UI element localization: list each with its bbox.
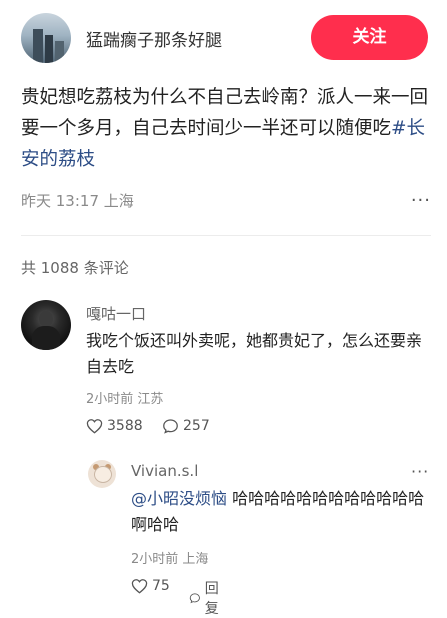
- post-body: 贵妃想吃荔枝为什么不自己去岭南？派人一来一回要一个多月，自己去时间少一半还可以随…: [21, 82, 431, 175]
- reply-body: @小昭没烦恼 哈哈哈哈哈哈哈哈哈哈哈哈啊哈哈: [131, 486, 431, 538]
- reply-label: 回复: [204, 581, 219, 617]
- more-options-icon[interactable]: ···: [411, 190, 431, 211]
- reply-like-count: 75: [152, 578, 170, 594]
- author-avatar[interactable]: [21, 13, 71, 63]
- comment-count: 共 1088 条评论: [21, 259, 129, 277]
- heart-icon: [86, 419, 103, 434]
- reply-count-button[interactable]: 257: [162, 418, 210, 434]
- commenter-avatar[interactable]: [21, 300, 71, 350]
- reply-like-button[interactable]: 75: [131, 578, 170, 594]
- comment-text: 我吃个饭还叫外卖呢，她都贵妃了，怎么还要亲自去吃: [86, 331, 423, 376]
- comment-bubble-icon: [163, 419, 178, 434]
- heart-icon: [131, 579, 148, 594]
- mention-link[interactable]: @小昭没烦恼: [131, 489, 227, 508]
- post-meta-row: 昨天 13:17 上海 ···: [21, 190, 431, 214]
- reply-meta: 2小时前 上海: [131, 552, 209, 567]
- reply-avatar[interactable]: [88, 460, 116, 488]
- like-button[interactable]: 3588: [86, 418, 143, 434]
- reply-more-icon[interactable]: ···: [411, 462, 429, 481]
- commenter-name[interactable]: 嘎咕一口: [86, 303, 146, 324]
- divider: [21, 235, 431, 236]
- like-count: 3588: [107, 418, 143, 434]
- comment-bubble-icon: [189, 593, 200, 604]
- post-text: 贵妃想吃荔枝为什么不自己去岭南？派人一来一回要一个多月，自己去时间少一半还可以随…: [21, 87, 429, 139]
- reply-button[interactable]: 回复: [189, 578, 224, 618]
- comment-meta: 2小时前 江苏: [86, 392, 164, 407]
- post-meta: 昨天 13:17 上海: [21, 192, 134, 210]
- reply-author-name[interactable]: Vivian.s.l: [131, 462, 198, 480]
- reply-count: 257: [183, 418, 210, 434]
- follow-button[interactable]: 关注: [311, 15, 428, 60]
- post-header: 猛踹瘸子那条好腿 关注: [0, 0, 447, 78]
- author-name[interactable]: 猛踹瘸子那条好腿: [86, 26, 222, 51]
